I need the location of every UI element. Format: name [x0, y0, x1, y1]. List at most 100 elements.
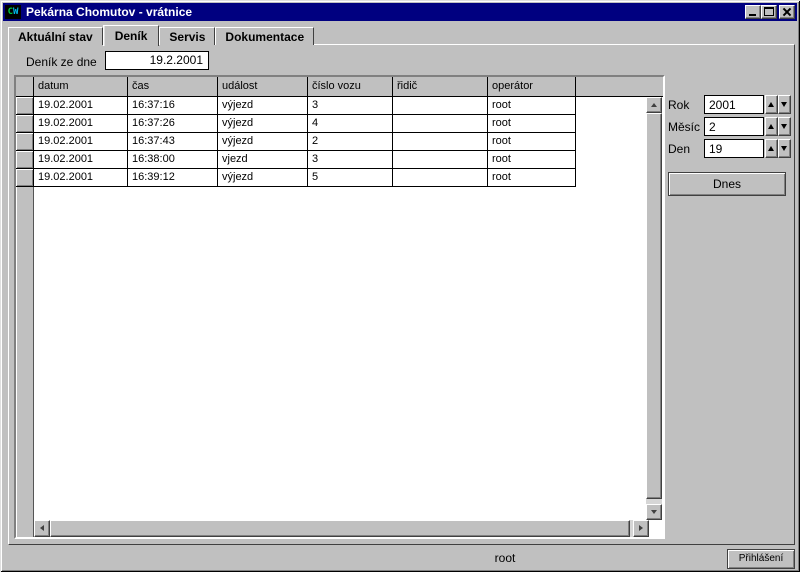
spin-down-icon	[781, 124, 787, 129]
table-cell: 3	[308, 151, 393, 169]
today-button[interactable]: Dnes	[668, 172, 786, 196]
column-header-cas: čas	[128, 77, 218, 96]
spin-down-icon	[781, 102, 787, 107]
year-down-button[interactable]	[778, 95, 791, 114]
grid-header-row: datum čas událost číslo vozu řidič operá…	[16, 77, 663, 97]
horizontal-scrollbar[interactable]	[34, 520, 649, 537]
app-icon: CW	[5, 5, 21, 19]
vertical-scrollbar-thumb[interactable]	[646, 113, 662, 499]
journal-date-field[interactable]: 19.2.2001	[105, 51, 209, 70]
scroll-up-button[interactable]	[646, 97, 662, 113]
table-cell: 19.02.2001	[34, 151, 128, 169]
minimize-icon	[749, 14, 756, 16]
table-cell: 19.02.2001	[34, 115, 128, 133]
status-bar: root Přihlášení	[3, 548, 797, 569]
row-selector[interactable]	[16, 115, 34, 133]
row-selector[interactable]	[16, 133, 34, 151]
month-spinner	[765, 117, 791, 136]
month-up-button[interactable]	[765, 117, 778, 136]
table-cell: 5	[308, 169, 393, 187]
table-cell	[393, 151, 488, 169]
table-row[interactable]: 19.02.2001 16:37:26 výjezd 4 root	[16, 115, 663, 133]
table-cell: výjezd	[218, 97, 308, 115]
table-cell: výjezd	[218, 169, 308, 187]
scroll-down-button[interactable]	[646, 504, 662, 520]
maximize-icon	[764, 7, 774, 16]
journal-date-label: Deník ze dne	[26, 55, 97, 69]
day-label: Den	[668, 142, 690, 156]
table-cell: 16:37:26	[128, 115, 218, 133]
spin-up-icon	[768, 124, 774, 129]
day-down-button[interactable]	[778, 139, 791, 158]
table-cell: 3	[308, 97, 393, 115]
day-spinner	[765, 139, 791, 158]
close-button[interactable]	[779, 5, 795, 19]
row-selector[interactable]	[16, 97, 34, 115]
table-cell: root	[488, 97, 576, 115]
table-cell: 16:37:16	[128, 97, 218, 115]
day-field[interactable]	[704, 139, 764, 158]
table-cell: 19.02.2001	[34, 133, 128, 151]
month-label: Měsíc	[668, 120, 700, 134]
year-field[interactable]	[704, 95, 764, 114]
scroll-left-button[interactable]	[34, 520, 50, 537]
spin-down-icon	[781, 146, 787, 151]
tab-dokumentace[interactable]: Dokumentace	[215, 27, 314, 45]
table-cell	[393, 133, 488, 151]
spin-up-icon	[768, 146, 774, 151]
arrow-up-icon	[651, 103, 657, 107]
tab-aktualni-stav[interactable]: Aktuální stav	[8, 27, 103, 45]
title-bar: CW Pekárna Chomutov - vrátnice	[3, 3, 797, 21]
table-cell: 16:38:00	[128, 151, 218, 169]
table-cell: 16:37:43	[128, 133, 218, 151]
column-header-ridic: řidič	[393, 77, 488, 96]
table-row[interactable]: 19.02.2001 16:38:00 vjezd 3 root	[16, 151, 663, 169]
table-row[interactable]: 19.02.2001 16:37:16 výjezd 3 root	[16, 97, 663, 115]
column-header-filler	[576, 77, 663, 96]
horizontal-scrollbar-thumb[interactable]	[50, 520, 630, 537]
month-field[interactable]	[704, 117, 764, 136]
vertical-scrollbar[interactable]	[646, 97, 662, 520]
tab-servis[interactable]: Servis	[159, 27, 215, 45]
denik-page: Deník ze dne 19.2.2001 datum čas událost…	[8, 44, 795, 545]
table-cell: root	[488, 115, 576, 133]
row-selector[interactable]	[16, 151, 34, 169]
column-header-cislo-vozu: číslo vozu	[308, 77, 393, 96]
table-cell	[393, 97, 488, 115]
table-row[interactable]: 19.02.2001 16:39:12 výjezd 5 root	[16, 169, 663, 187]
column-header-datum: datum	[34, 77, 128, 96]
window-title: Pekárna Chomutov - vrátnice	[26, 5, 192, 19]
year-up-button[interactable]	[765, 95, 778, 114]
month-down-button[interactable]	[778, 117, 791, 136]
arrow-down-icon	[651, 510, 657, 514]
table-row[interactable]: 19.02.2001 16:37:43 výjezd 2 root	[16, 133, 663, 151]
table-cell: 4	[308, 115, 393, 133]
login-button[interactable]: Přihlášení	[727, 549, 795, 569]
arrow-left-icon	[40, 525, 44, 531]
journal-grid: datum čas událost číslo vozu řidič operá…	[14, 75, 665, 539]
app-window: CW Pekárna Chomutov - vrátnice Aktuální …	[0, 0, 800, 572]
tab-bar: Aktuální stav Deník Servis Dokumentace	[8, 24, 314, 45]
year-label: Rok	[668, 98, 689, 112]
day-up-button[interactable]	[765, 139, 778, 158]
window-controls	[745, 5, 795, 19]
year-spinner	[765, 95, 791, 114]
table-cell: vjezd	[218, 151, 308, 169]
table-cell: výjezd	[218, 133, 308, 151]
maximize-button[interactable]	[761, 5, 777, 19]
minimize-button[interactable]	[745, 5, 761, 19]
table-cell	[393, 169, 488, 187]
table-cell: 2	[308, 133, 393, 151]
column-header-operator: operátor	[488, 77, 576, 96]
column-header-udalost: událost	[218, 77, 308, 96]
table-cell: 16:39:12	[128, 169, 218, 187]
table-cell: 19.02.2001	[34, 169, 128, 187]
table-cell: root	[488, 133, 576, 151]
tab-denik[interactable]: Deník	[103, 25, 160, 46]
table-cell	[393, 115, 488, 133]
table-cell: výjezd	[218, 115, 308, 133]
column-header-selector	[16, 77, 34, 96]
spin-up-icon	[768, 102, 774, 107]
scroll-right-button[interactable]	[633, 520, 649, 537]
row-selector[interactable]	[16, 169, 34, 187]
